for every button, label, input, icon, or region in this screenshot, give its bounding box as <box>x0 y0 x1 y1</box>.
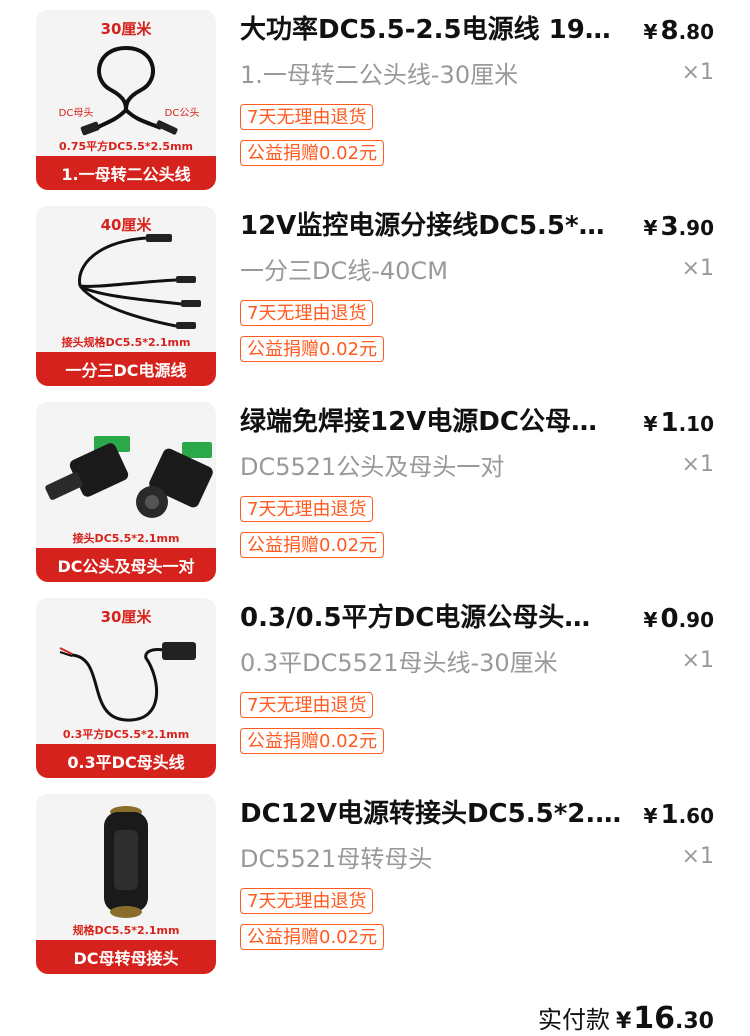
product-quantity: ×1 <box>681 256 714 281</box>
product-price: ¥0.90 <box>643 604 714 634</box>
product-image[interactable]: 30厘米 0.3平方DC5.5*2.1mm 0.3平DC母头线 <box>36 598 216 778</box>
order-item[interactable]: 40厘米 接头规格DC5.5*2.1mm 一分三DC电源线 12V监控电源分接线… <box>0 196 750 392</box>
return-policy-tag: 7天无理由退货 <box>240 496 374 522</box>
image-banner-text: 0.3平DC母头线 <box>67 753 184 772</box>
product-quantity: ×1 <box>681 452 714 477</box>
image-top-label: 30厘米 <box>101 608 153 626</box>
order-item[interactable]: 30厘米 DC母头 DC公头 0.75平方DC5.5*2.5mm 1.一母转二公… <box>0 0 750 196</box>
image-label-right: DC公头 <box>165 107 200 119</box>
product-quantity: ×1 <box>681 60 714 85</box>
return-policy-tag: 7天无理由退货 <box>240 692 374 718</box>
product-quantity: ×1 <box>681 844 714 869</box>
product-spec: 1.一母转二公头线-30厘米 <box>240 61 519 89</box>
product-spec: 0.3平DC5521母头线-30厘米 <box>240 649 558 677</box>
image-spec-text: 规格DC5.5*2.1mm <box>73 923 180 937</box>
image-banner-text: 1.一母转二公头线 <box>61 165 190 184</box>
image-spec-text: 0.3平方DC5.5*2.1mm <box>63 727 189 741</box>
return-policy-tag: 7天无理由退货 <box>240 104 374 130</box>
order-item[interactable]: 规格DC5.5*2.1mm DC母转母接头 DC12V电源转接头DC5.5*2.… <box>0 784 750 980</box>
charity-tag: 公益捐赠0.02元 <box>240 336 385 362</box>
order-item[interactable]: 接头DC5.5*2.1mm DC公头及母头一对 绿端免焊接12V电源DC公母… … <box>0 392 750 588</box>
image-banner-text: DC公头及母头一对 <box>57 557 194 576</box>
total-currency: ¥ <box>615 1009 632 1034</box>
product-title[interactable]: 大功率DC5.5-2.5电源线 19… <box>240 12 624 48</box>
charity-tag: 公益捐赠0.02元 <box>240 728 385 754</box>
product-title[interactable]: 绿端免焊接12V电源DC公母… <box>240 404 624 440</box>
product-spec: 一分三DC线-40CM <box>240 257 448 285</box>
product-title[interactable]: 12V监控电源分接线DC5.5*… <box>240 208 624 244</box>
image-top-label: 40厘米 <box>101 216 153 234</box>
product-title[interactable]: 0.3/0.5平方DC电源公母头… <box>240 600 624 636</box>
image-banner-text: DC母转母接头 <box>73 949 178 968</box>
total-label: 实付款 <box>537 1006 610 1034</box>
total-dec: .30 <box>675 1009 714 1034</box>
charity-tag: 公益捐赠0.02元 <box>240 532 385 558</box>
image-spec-text: 0.75平方DC5.5*2.5mm <box>59 139 193 153</box>
product-title[interactable]: DC12V电源转接头DC5.5*2.1… <box>240 796 624 832</box>
product-spec: DC5521公头及母头一对 <box>240 453 505 481</box>
image-top-label: 30厘米 <box>101 20 153 38</box>
charity-tag: 公益捐赠0.02元 <box>240 924 385 950</box>
product-price: ¥3.90 <box>643 212 714 242</box>
image-spec-text: 接头规格DC5.5*2.1mm <box>62 335 191 349</box>
order-item[interactable]: 30厘米 0.3平方DC5.5*2.1mm 0.3平DC母头线 0.3/0.5平… <box>0 588 750 784</box>
total-int: 16 <box>633 1001 676 1036</box>
product-image[interactable]: 30厘米 DC母头 DC公头 0.75平方DC5.5*2.5mm 1.一母转二公… <box>36 10 216 190</box>
total-payment: 实付款 ¥16.30 <box>538 1000 714 1036</box>
product-price: ¥8.80 <box>643 16 714 46</box>
image-banner-text: 一分三DC电源线 <box>65 361 186 380</box>
image-spec-text: 接头DC5.5*2.1mm <box>73 531 180 545</box>
return-policy-tag: 7天无理由退货 <box>240 300 374 326</box>
return-policy-tag: 7天无理由退货 <box>240 888 374 914</box>
product-image[interactable]: 规格DC5.5*2.1mm DC母转母接头 <box>36 794 216 974</box>
product-image[interactable]: 40厘米 接头规格DC5.5*2.1mm 一分三DC电源线 <box>36 206 216 386</box>
product-price: ¥1.60 <box>643 800 714 830</box>
product-price: ¥1.10 <box>643 408 714 438</box>
product-image[interactable]: 接头DC5.5*2.1mm DC公头及母头一对 <box>36 402 216 582</box>
order-item-list: 30厘米 DC母头 DC公头 0.75平方DC5.5*2.5mm 1.一母转二公… <box>0 0 750 980</box>
product-quantity: ×1 <box>681 648 714 673</box>
product-spec: DC5521母转母头 <box>240 845 433 873</box>
image-label-left: DC母头 <box>59 107 94 119</box>
charity-tag: 公益捐赠0.02元 <box>240 140 385 166</box>
